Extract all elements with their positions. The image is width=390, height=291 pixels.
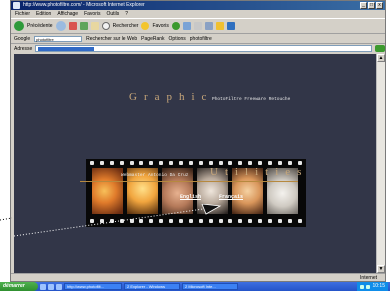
history-icon[interactable]	[182, 22, 191, 30]
dotted-pointer-line	[14, 207, 211, 237]
search-web-button[interactable]: Rechercher sur le Web	[86, 36, 137, 42]
back-arrow-icon[interactable]	[14, 21, 24, 31]
author-credit: Webmaster Antonio Da Cruz	[121, 173, 189, 178]
task-button-browser[interactable]: http://www.photofilt...	[64, 283, 122, 290]
quicklaunch-desktop-icon[interactable]	[48, 283, 54, 290]
favorites-star-icon[interactable]	[141, 22, 150, 30]
menu-bar: Fichier Edition Affichage Favoris Outils…	[11, 10, 385, 18]
standard-toolbar: Précédente Rechercher Favoris	[11, 18, 385, 34]
address-bar: Adresse	[11, 44, 385, 53]
graphic-heading: Graphic	[129, 91, 214, 103]
browser-window: http://www.photofiltre.com/ - Microsoft …	[10, 0, 386, 282]
tagline: PhotoFiltre Freeware Retouche	[212, 97, 291, 102]
title-bar: http://www.photofiltre.com/ - Microsoft …	[11, 1, 385, 10]
mail-icon[interactable]	[193, 22, 202, 30]
close-button[interactable]: x	[376, 2, 383, 9]
highlight-term[interactable]: photofiltre	[190, 36, 212, 42]
quicklaunch-media-icon[interactable]	[56, 283, 62, 290]
pointer-annotation	[14, 204, 222, 237]
start-button[interactable]: démarrer	[0, 282, 38, 291]
options-button[interactable]: Options	[169, 36, 186, 42]
messenger-icon[interactable]	[226, 22, 235, 30]
status-bar: Internet	[11, 273, 385, 281]
quicklaunch-ie-icon[interactable]	[40, 283, 46, 290]
internet-zone-label: Internet	[360, 275, 377, 281]
french-link[interactable]: Français	[219, 194, 243, 200]
address-input[interactable]	[35, 45, 372, 52]
menu-tools[interactable]: Outils	[106, 10, 119, 18]
task-button-explorer[interactable]: 2 Explorer - Windows	[124, 283, 180, 290]
google-toolbar: Google photofiltre Rechercher sur le Web…	[11, 34, 385, 44]
minimize-button[interactable]: _	[360, 2, 367, 9]
clock: 10:15	[372, 283, 385, 289]
media-icon[interactable]	[171, 22, 180, 30]
ie-icon	[13, 2, 20, 9]
menu-help[interactable]: ?	[125, 10, 128, 18]
refresh-icon[interactable]	[79, 22, 88, 30]
url-selection	[38, 47, 95, 51]
menu-file[interactable]: Fichier	[15, 10, 30, 18]
taskbar: démarrer http://www.photofilt... 2 Explo…	[0, 282, 390, 291]
favorites-button-label[interactable]: Favoris	[152, 23, 168, 29]
window-title: http://www.photofiltre.com/ - Microsoft …	[23, 2, 145, 8]
vertical-scrollbar[interactable]: ▲ ▼	[376, 54, 385, 273]
english-link[interactable]: English	[180, 194, 201, 200]
search-button-label[interactable]: Rechercher	[113, 23, 139, 29]
utilities-heading: Utilities	[210, 166, 309, 178]
menu-favorites[interactable]: Favoris	[84, 10, 100, 18]
folder-icon[interactable]	[215, 22, 224, 30]
search-icon[interactable]	[101, 22, 110, 30]
task-button-ie[interactable]: 2 Microsoft Inte...	[182, 283, 238, 290]
divider-line	[80, 181, 298, 182]
arrow-head-icon	[201, 204, 222, 215]
home-icon[interactable]	[90, 22, 99, 30]
system-tray: 10:15	[357, 282, 388, 291]
tray-volume-icon[interactable]	[366, 284, 371, 289]
go-button[interactable]	[375, 45, 385, 52]
menu-view[interactable]: Affichage	[57, 10, 78, 18]
stop-icon[interactable]	[68, 22, 77, 30]
pointer-line-extension	[0, 217, 12, 221]
forward-arrow-icon[interactable]	[55, 21, 66, 31]
print-icon[interactable]	[204, 22, 213, 30]
scroll-up-arrow-icon[interactable]: ▲	[377, 54, 385, 62]
menu-edit[interactable]: Edition	[36, 10, 51, 18]
google-search-input[interactable]: photofiltre	[34, 35, 83, 42]
tray-network-icon[interactable]	[360, 284, 365, 289]
pagerank-label[interactable]: PageRank	[141, 36, 164, 42]
scroll-down-arrow-icon[interactable]: ▼	[377, 265, 385, 273]
page-content: Graphic PhotoFiltre Freeware Retouche We…	[14, 54, 376, 273]
google-label: Google	[14, 35, 31, 42]
maximize-button[interactable]: □	[368, 2, 375, 9]
address-label: Adresse	[14, 45, 33, 52]
back-button-label[interactable]: Précédente	[27, 23, 53, 29]
